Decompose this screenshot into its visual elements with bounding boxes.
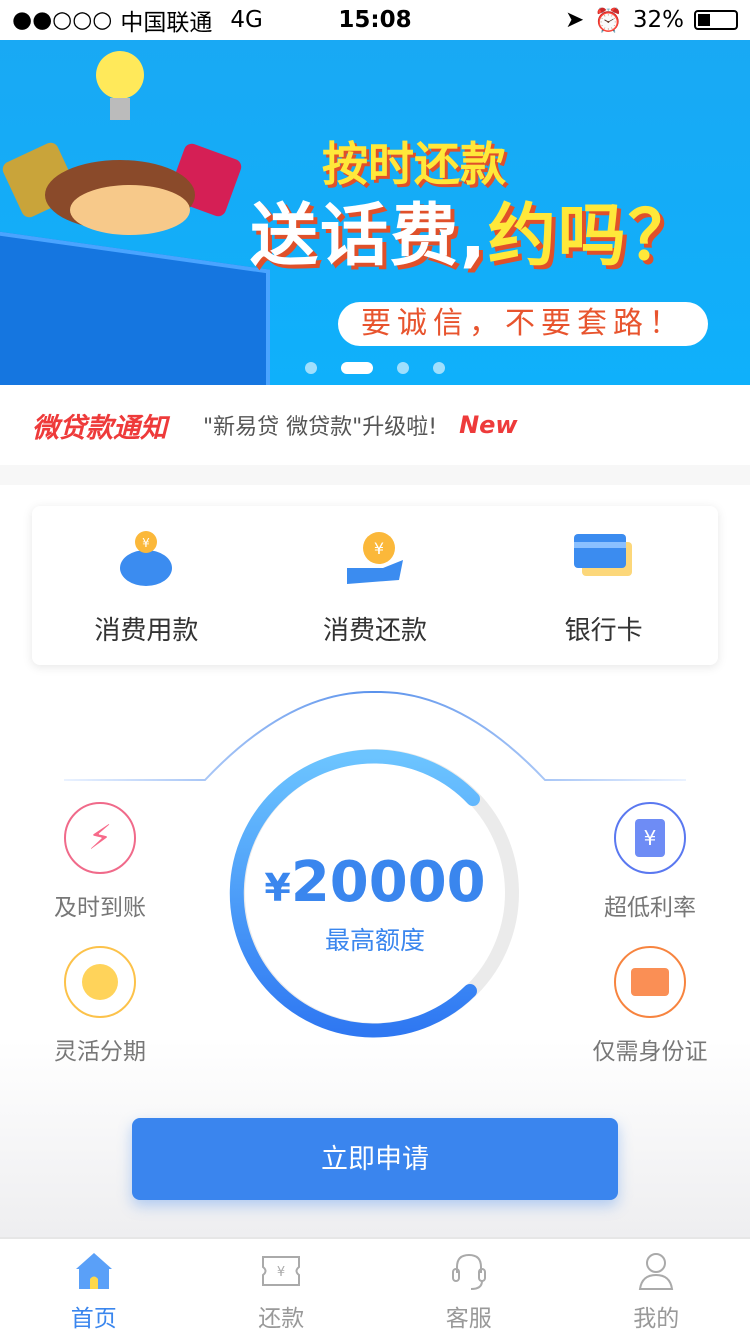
quick-action-label: 消费还款: [323, 616, 428, 646]
notice-bar[interactable]: 微贷款通知 "新易贷 微贷款"升级啦! New: [0, 385, 750, 465]
tab-label: 还款: [258, 1306, 305, 1332]
feature-label: 超低利率: [604, 895, 696, 921]
quick-action-label: 消费用款: [94, 616, 199, 646]
banner-title-a: 送话费,: [250, 197, 488, 276]
battery-icon: [694, 10, 738, 30]
coin-hand-icon: ¥: [347, 532, 403, 584]
quick-actions-card: ¥ 消费用款 ¥ 消费还款 银行卡: [32, 506, 718, 665]
tab-home[interactable]: 首页: [0, 1239, 188, 1334]
home-icon: [75, 1253, 112, 1289]
signal-strength: ●●○○○: [12, 7, 113, 33]
lightbulb-icon: [96, 51, 144, 120]
carousel-dot-active[interactable]: [341, 362, 373, 374]
id-card-icon: [614, 946, 686, 1018]
clock-icon: [64, 946, 136, 1018]
credit-limit: ¥20000 最高额度: [240, 850, 510, 957]
location-icon: ➤: [564, 7, 585, 33]
feature-label: 及时到账: [54, 895, 146, 921]
tab-service[interactable]: 客服: [375, 1239, 563, 1334]
quick-action-label: 银行卡: [564, 616, 643, 646]
tab-mine[interactable]: 我的: [563, 1239, 750, 1334]
section-divider: [0, 465, 750, 485]
carousel-dot[interactable]: [433, 362, 445, 374]
quick-action-repay[interactable]: ¥ 消费还款: [261, 506, 490, 665]
banner-title-b: 约吗？: [487, 197, 698, 276]
feature-flexible-installment: 灵活分期: [25, 946, 175, 1066]
notice-title: 微贷款通知: [32, 412, 167, 444]
new-badge: New: [459, 411, 518, 439]
feature-low-rate: ¥ 超低利率: [575, 802, 725, 922]
quick-action-consume[interactable]: ¥ 消费用款: [32, 506, 261, 665]
tab-label: 首页: [70, 1306, 117, 1332]
notice-text[interactable]: "新易贷 微贷款"升级啦!: [203, 409, 437, 441]
network-type: 4G: [230, 7, 263, 33]
feature-id-only: 仅需身份证: [575, 946, 725, 1066]
credit-label: 最高额度: [324, 926, 425, 955]
feature-instant-arrival: ⚡ 及时到账: [25, 802, 175, 922]
headset-icon: [451, 1253, 486, 1290]
tab-repay[interactable]: ¥ 还款: [188, 1239, 376, 1334]
banner-title: 送话费,约吗？: [250, 180, 698, 279]
lightning-icon: ⚡: [64, 802, 136, 874]
apply-now-button[interactable]: 立即申请: [132, 1118, 618, 1200]
banner-slogan: 要诚信，不要套路！: [338, 302, 708, 346]
feature-label: 仅需身份证: [592, 1039, 708, 1065]
status-bar: ●●○○○ 中国联通 4G 15:08 ➤ ⏰ 32%: [0, 0, 750, 40]
promo-banner[interactable]: 按时还款 送话费,约吗？ 要诚信，不要套路！: [0, 40, 750, 385]
repay-ticket-icon: ¥: [262, 1256, 301, 1286]
svg-text:¥: ¥: [374, 539, 384, 558]
feature-label: 灵活分期: [54, 1039, 146, 1065]
credit-amount: 20000: [290, 850, 486, 915]
tab-bar: 首页 ¥ 还款 客服 我的: [0, 1237, 750, 1334]
carousel-dot[interactable]: [397, 362, 409, 374]
piggy-bank-icon: ¥: [120, 531, 173, 586]
svg-text:¥: ¥: [277, 1265, 285, 1280]
quick-action-bank-card[interactable]: 银行卡: [489, 506, 718, 665]
battery-percent: 32%: [632, 7, 684, 33]
carousel-indicator[interactable]: [0, 362, 750, 374]
carousel-dot[interactable]: [305, 362, 317, 374]
user-icon: [639, 1253, 674, 1290]
carrier: 中国联通: [120, 10, 213, 36]
yuan-doc-icon: ¥: [614, 802, 686, 874]
currency-symbol: ¥: [264, 866, 291, 910]
tab-label: 我的: [633, 1306, 680, 1332]
alarm-icon: ⏰: [594, 7, 623, 34]
tab-label: 客服: [445, 1306, 492, 1332]
bank-card-icon: [573, 534, 632, 576]
svg-text:¥: ¥: [143, 536, 151, 550]
